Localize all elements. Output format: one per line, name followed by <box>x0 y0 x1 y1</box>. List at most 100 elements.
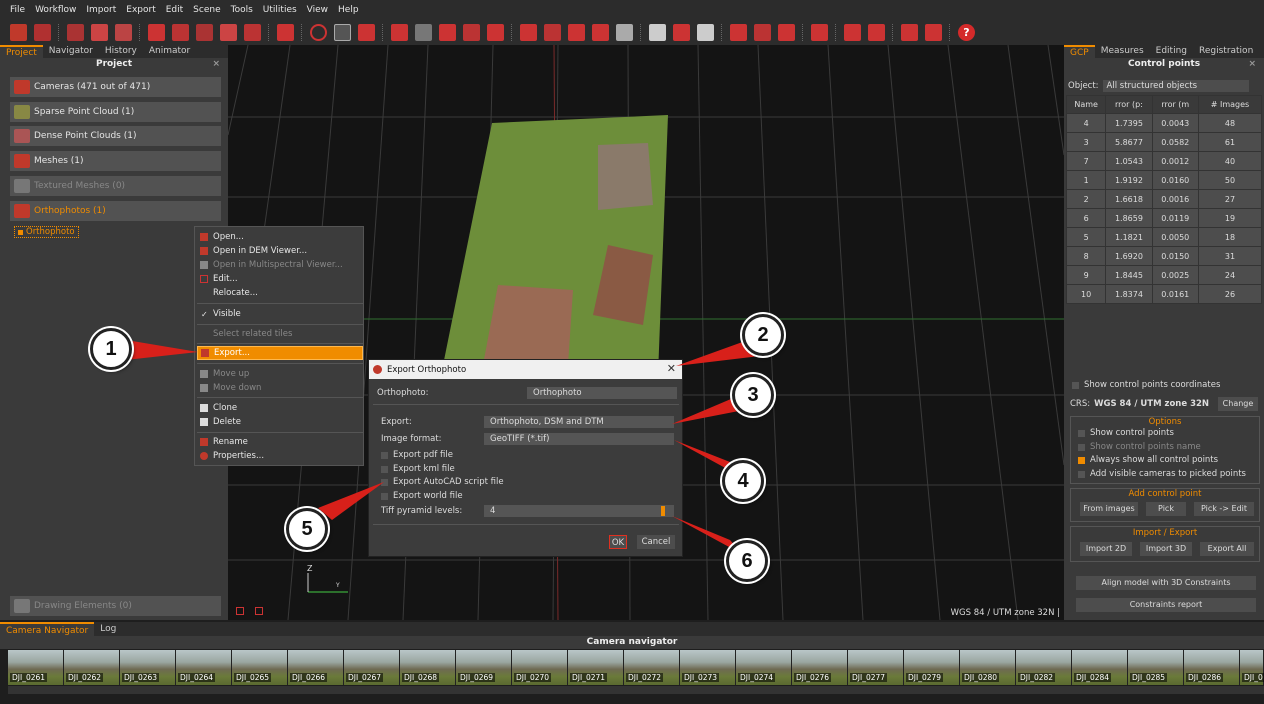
camera-thumbnail[interactable]: DJI_0285 <box>1128 650 1184 685</box>
triangle-outline-icon[interactable] <box>463 24 480 41</box>
tab-gcp[interactable]: GCP <box>1064 45 1095 58</box>
menu-item-open-dem[interactable]: Open in DEM Viewer... <box>197 244 363 258</box>
camera-thumbnail[interactable]: DJI_0271 <box>568 650 624 685</box>
table-row[interactable]: 10 1.8374 0.0161 26 <box>1065 284 1263 304</box>
camera-thumbnail[interactable]: DJI_0282 <box>1016 650 1072 685</box>
orthophoto-icon[interactable] <box>220 24 237 41</box>
help-icon[interactable]: ? <box>958 24 975 41</box>
tab-animator[interactable]: Animator <box>143 45 196 58</box>
measure-tool-icon[interactable] <box>255 607 263 615</box>
table-row[interactable]: 3 5.8677 0.0582 61 <box>1065 132 1263 152</box>
camera-thumbnail[interactable]: DJI_0 <box>1240 650 1264 685</box>
camera-thumbnail[interactable]: DJI_0268 <box>400 650 456 685</box>
table-row[interactable]: 2 1.6618 0.0016 27 <box>1065 189 1263 209</box>
menu-item-relocate[interactable]: Relocate... <box>197 286 363 300</box>
column-header-images[interactable]: # Images <box>1197 95 1263 114</box>
camera-thumbnail[interactable]: DJI_0276 <box>792 650 848 685</box>
table-row[interactable]: 4 1.7395 0.0043 48 <box>1065 113 1263 133</box>
table-row[interactable]: 7 1.0543 0.0012 40 <box>1065 151 1263 171</box>
project-item-drawing[interactable]: Drawing Elements (0) <box>10 596 221 616</box>
export-select[interactable]: Orthophoto, DSM and DTM <box>484 416 674 428</box>
texture-icon[interactable] <box>196 24 213 41</box>
column-header-error-m[interactable]: rror (m <box>1151 95 1199 114</box>
menu-item-open[interactable]: Open... <box>197 230 363 244</box>
menu-item-move-up[interactable]: Move up <box>197 367 363 381</box>
show-coordinates-checkbox[interactable]: Show control points coordinates <box>1072 380 1220 390</box>
camera-thumbnail[interactable]: DJI_0274 <box>736 650 792 685</box>
tab-measures[interactable]: Measures <box>1095 45 1150 58</box>
tab-history[interactable]: History <box>99 45 143 58</box>
change-crs-button[interactable]: Change <box>1218 397 1258 411</box>
tiles-icon[interactable] <box>520 24 537 41</box>
menu-edit[interactable]: Edit <box>166 5 183 15</box>
camera-thumbnail[interactable]: DJI_0261 <box>8 650 64 685</box>
camera-thumbnail[interactable]: DJI_0266 <box>288 650 344 685</box>
target-icon[interactable] <box>334 24 351 41</box>
gizmo-icon[interactable] <box>236 607 244 615</box>
menu-item-open-multispectral[interactable]: Open in Multispectral Viewer... <box>197 258 363 272</box>
cube-icon[interactable] <box>616 24 633 41</box>
export-kml-checkbox[interactable]: Export kml file <box>381 464 455 474</box>
menu-view[interactable]: View <box>307 5 328 15</box>
triangle-red-icon[interactable] <box>439 24 456 41</box>
import-cameras-icon[interactable] <box>67 24 84 41</box>
sparse-cloud-icon[interactable] <box>91 24 108 41</box>
pick-edit-button[interactable]: Pick -> Edit <box>1194 502 1254 516</box>
tab-project[interactable]: Project <box>0 45 43 58</box>
project-item-orthophotos[interactable]: Orthophotos (1) <box>10 201 221 221</box>
settings-icon[interactable] <box>868 24 885 41</box>
report-icon[interactable] <box>811 24 828 41</box>
dense-cloud-icon[interactable] <box>115 24 132 41</box>
always-show-checkbox[interactable]: Always show all control points <box>1078 455 1218 465</box>
camera-thumbnail[interactable]: DJI_0280 <box>960 650 1016 685</box>
image-format-select[interactable]: GeoTIFF (*.tif) <box>484 433 674 445</box>
script-icon[interactable] <box>844 24 861 41</box>
menu-item-move-down[interactable]: Move down <box>197 381 363 395</box>
project-item-meshes[interactable]: Meshes (1) <box>10 151 221 171</box>
show-control-points-name-checkbox[interactable]: Show control points name <box>1078 442 1201 452</box>
camera-thumbnail[interactable]: DJI_0269 <box>456 650 512 685</box>
export-all-button[interactable]: Export All <box>1200 542 1254 556</box>
column-header-name[interactable]: Name <box>1065 95 1107 114</box>
object-select[interactable]: All structured objects <box>1102 80 1249 92</box>
tree-item-orthophoto[interactable]: Orthophoto <box>14 226 79 238</box>
camera-thumbnail[interactable]: DJI_0279 <box>904 650 960 685</box>
menu-item-visible[interactable]: ✓ Visible <box>197 307 363 321</box>
spinner-arrows-icon[interactable] <box>661 506 665 516</box>
export-autocad-checkbox[interactable]: Export AutoCAD script file <box>381 477 504 487</box>
menu-scene[interactable]: Scene <box>193 5 220 15</box>
undo-icon[interactable] <box>673 24 690 41</box>
menu-item-select-related[interactable]: Select related tiles <box>197 327 363 341</box>
rotate-icon[interactable] <box>310 24 327 41</box>
camera-thumbnail[interactable]: DJI_0286 <box>1184 650 1240 685</box>
show-control-points-checkbox[interactable]: Show control points <box>1078 428 1174 438</box>
camera-thumbnail[interactable]: DJI_0264 <box>176 650 232 685</box>
close-icon[interactable]: × <box>1248 58 1256 70</box>
project-item-cameras[interactable]: Cameras (471 out of 471) <box>10 77 221 97</box>
screen-icon[interactable] <box>649 24 666 41</box>
table-row[interactable]: 1 1.9192 0.0160 50 <box>1065 170 1263 190</box>
constraints-report-button[interactable]: Constraints report <box>1076 598 1256 612</box>
menu-help[interactable]: Help <box>338 5 359 15</box>
menu-workflow[interactable]: Workflow <box>35 5 76 15</box>
menu-item-rename[interactable]: Rename <box>197 435 363 449</box>
menu-tools[interactable]: Tools <box>231 5 253 15</box>
camera-thumbnail[interactable]: DJI_0273 <box>680 650 736 685</box>
menu-item-properties[interactable]: Properties... <box>197 449 363 463</box>
camera-thumbnail[interactable]: DJI_0277 <box>848 650 904 685</box>
menu-export[interactable]: Export <box>126 5 155 15</box>
close-icon[interactable]: × <box>212 58 220 70</box>
tab-navigator[interactable]: Navigator <box>43 45 99 58</box>
sphere-icon[interactable] <box>568 24 585 41</box>
tab-log[interactable]: Log <box>94 622 122 636</box>
camera-thumbnail[interactable]: DJI_0267 <box>344 650 400 685</box>
grid-icon[interactable] <box>544 24 561 41</box>
camera-thumbnail[interactable]: DJI_0272 <box>624 650 680 685</box>
menu-import[interactable]: Import <box>86 5 116 15</box>
from-images-button[interactable]: From images <box>1080 502 1138 516</box>
plugin-icon[interactable] <box>901 24 918 41</box>
menu-utilities[interactable]: Utilities <box>263 5 297 15</box>
dem-icon[interactable] <box>244 24 261 41</box>
column-header-error-px[interactable]: rror (p: <box>1105 95 1153 114</box>
tab-registration[interactable]: Registration <box>1193 45 1259 58</box>
